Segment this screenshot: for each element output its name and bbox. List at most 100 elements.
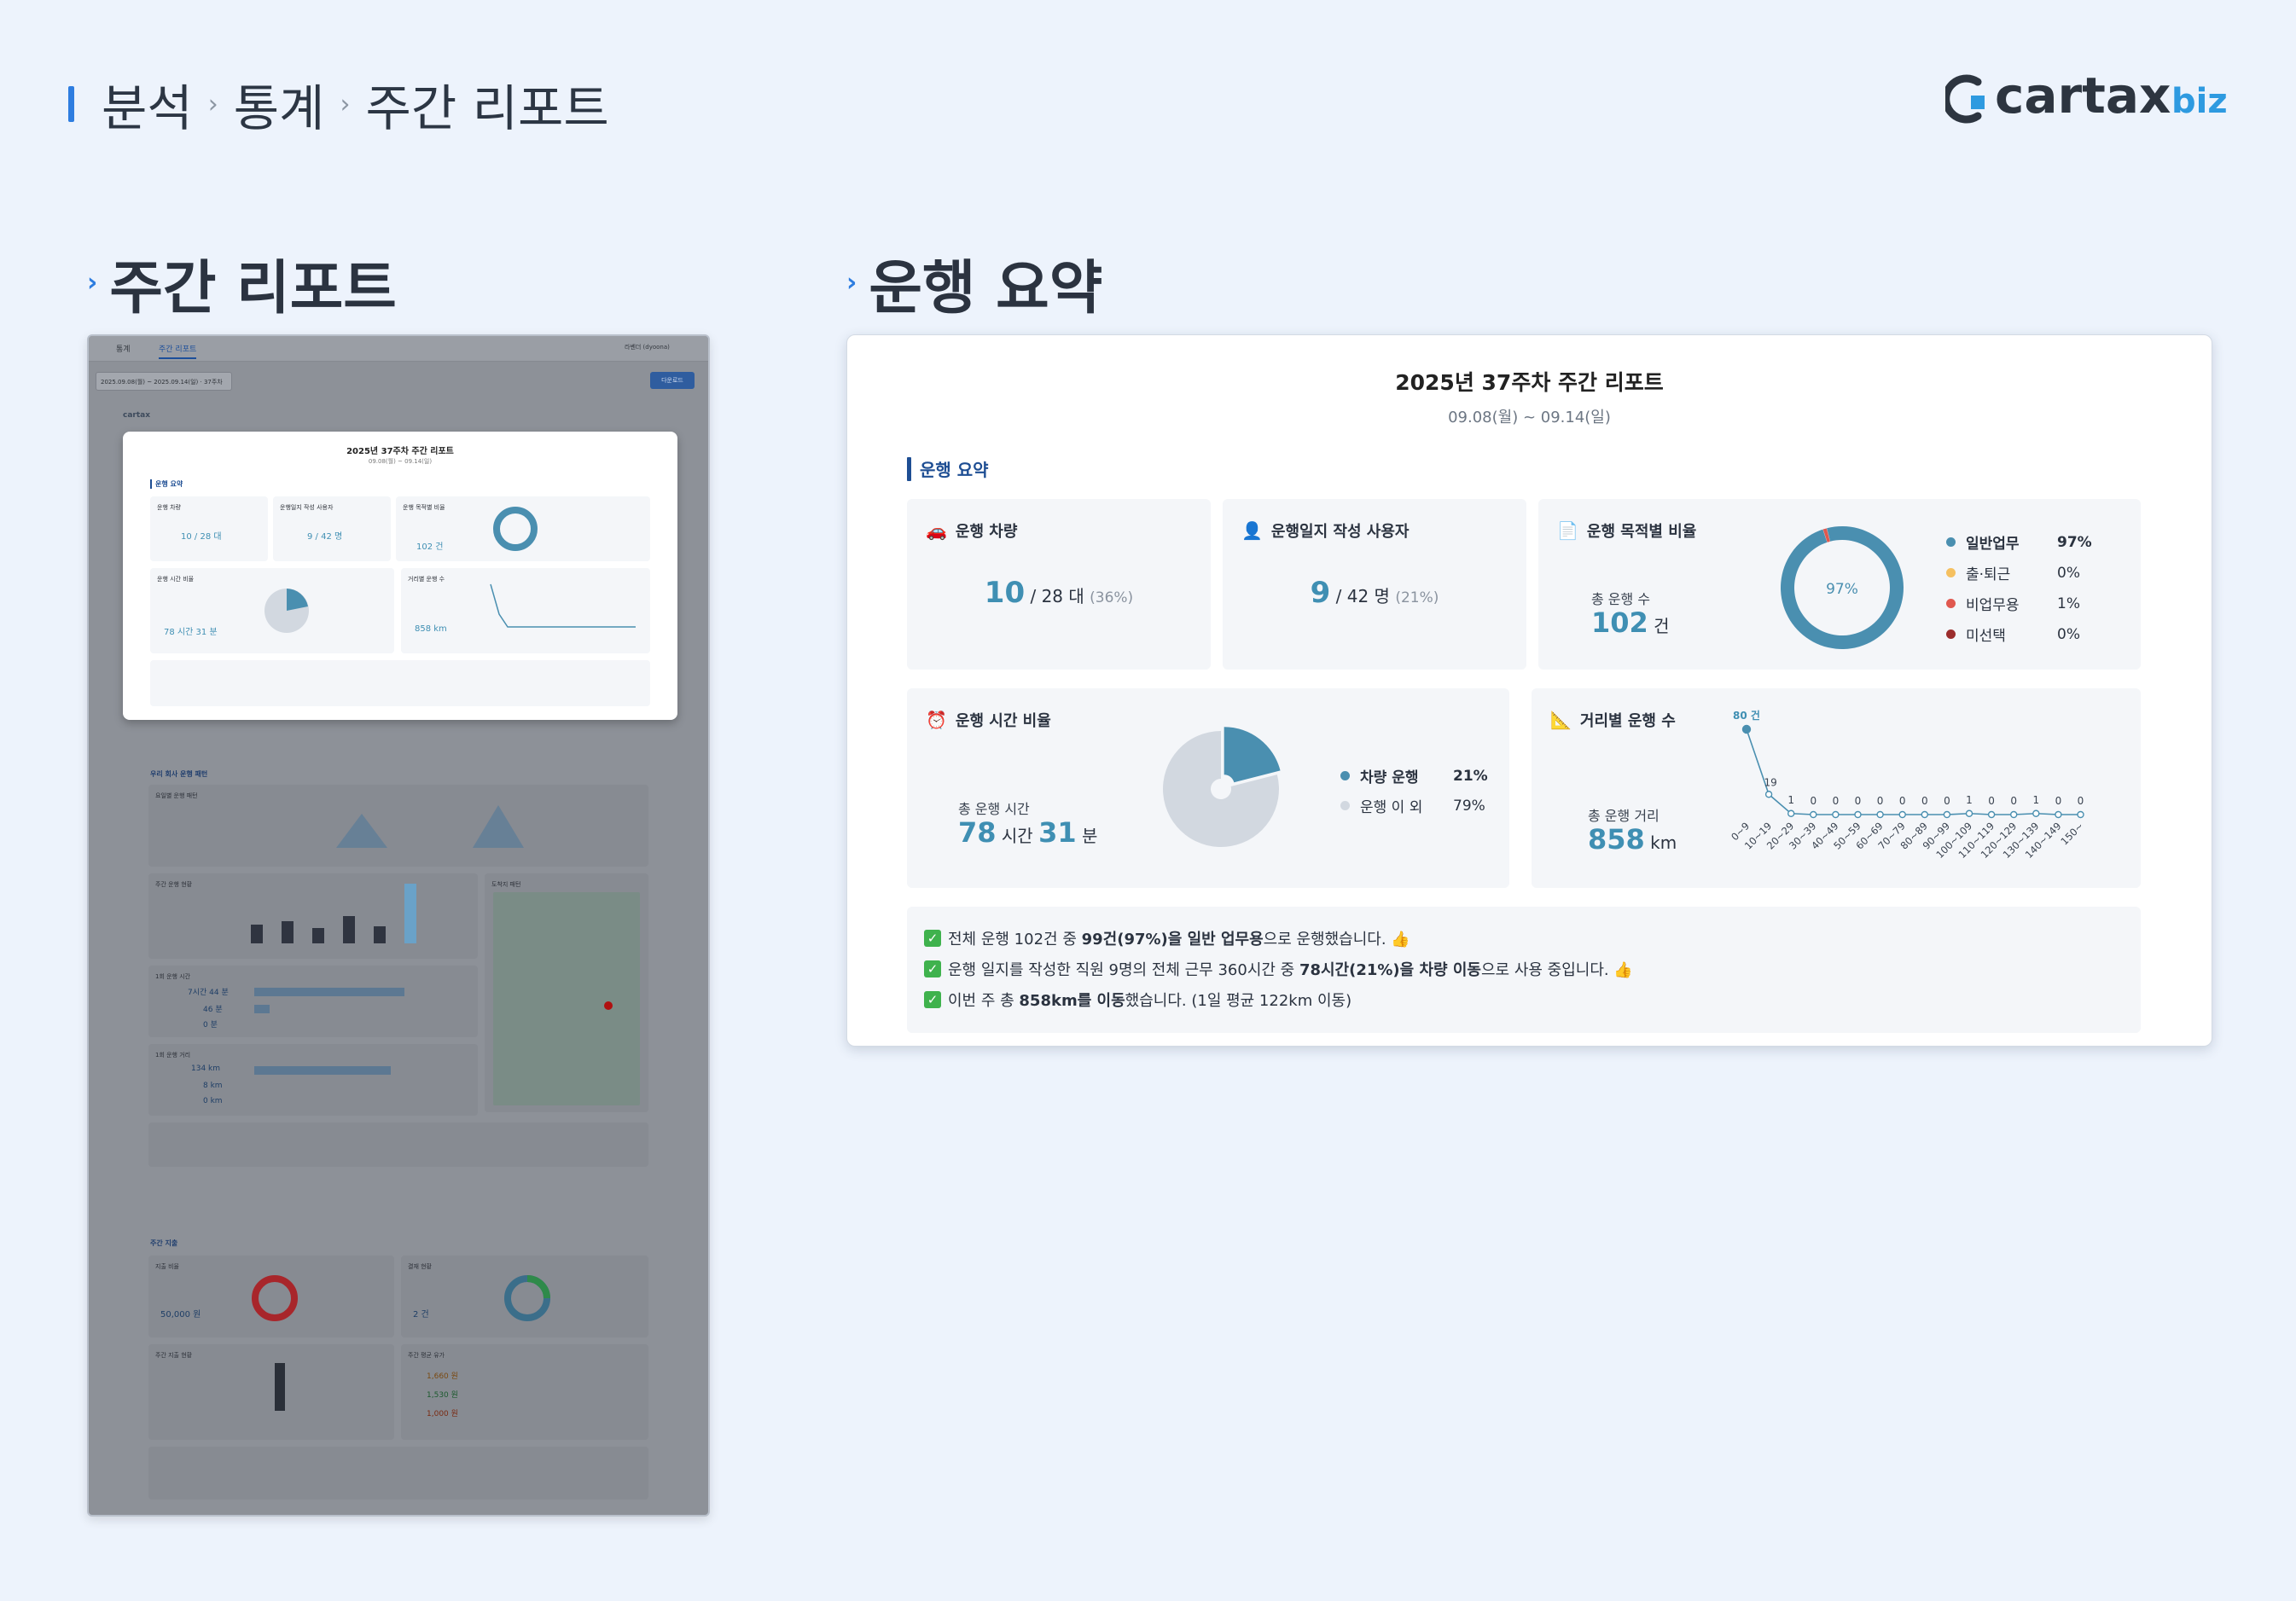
distance-total-label: 총 운행 거리 <box>1588 808 1660 824</box>
thumb-tab-stats[interactable]: 통계 <box>116 343 131 354</box>
thumb-distance-line <box>490 583 636 628</box>
thumb-purpose-donut <box>493 507 538 551</box>
breadcrumb-item-analysis[interactable]: 분석 <box>102 68 193 140</box>
distance-point <box>2010 810 2018 819</box>
thumb-map[interactable] <box>493 892 640 1105</box>
purpose-total: 102 건 <box>1591 606 1670 639</box>
legend-dot-icon <box>1946 537 1956 547</box>
distance-point <box>1898 810 1906 819</box>
distance-point-label: 0 <box>1877 795 1884 807</box>
distance-point <box>1943 810 1951 819</box>
thumb-approvals-value: 2 건 <box>413 1310 429 1320</box>
distance-point-label: 0 <box>1899 795 1906 807</box>
distance-point-label: 1 <box>1966 794 1973 806</box>
vehicle-total: / 28 대 <box>1030 586 1084 606</box>
report-thumbnail[interactable]: 통계 주간 리포트 라벤더 (dyoona) 2025.09.08(월) ~ 2… <box>87 334 710 1517</box>
purpose-total-unit: 건 <box>1654 616 1670 636</box>
purpose-header: 📄 운행 목적별 비율 <box>1557 519 1696 542</box>
legend-pct: 1% <box>2057 595 2080 612</box>
thumb-dmax-bar <box>254 1066 391 1075</box>
thumb-distance-box: 거리별 운행 수 858 km <box>401 568 650 653</box>
distance-total: 858 km <box>1588 823 1677 856</box>
distance-unit: km <box>1650 832 1677 853</box>
distance-point-label: 0 <box>2010 795 2017 807</box>
time-minutes: 31 <box>1038 816 1077 849</box>
vehicle-box: 🚗 운행 차량 10 / 28 대 (36%) <box>907 499 1211 670</box>
purpose-total-value: 102 <box>1591 606 1648 639</box>
note-part: 이번 주 총 <box>948 992 1020 1010</box>
distance-point <box>1832 810 1840 819</box>
breadcrumb-item-weekly-report[interactable]: 주간 리포트 <box>365 68 608 140</box>
distance-point <box>2032 809 2040 817</box>
note-3: ✓ 이번 주 총 858km를 이동했습니다. (1일 평균 122km 이동) <box>924 989 1351 1011</box>
purpose-total-label: 총 운행 수 <box>1591 591 1651 607</box>
legend-pct: 97% <box>2057 533 2092 551</box>
thumb-vehicle-label: 운행 차량 <box>157 504 181 511</box>
thumb-daily-box: 요일별 운행 패턴 <box>148 785 648 867</box>
breadcrumb-item-stats[interactable]: 통계 <box>234 68 325 140</box>
thumb-notes2-box <box>148 1122 648 1167</box>
note-emphasis: 99건(97%)을 일반 업무용 <box>1081 931 1264 948</box>
thumb-time-label: 운행 시간 비율 <box>157 576 195 583</box>
thumb-tmax-bar <box>254 988 404 996</box>
left-section-title: › 주간 리포트 <box>87 241 397 325</box>
logo-suffix: biz <box>2171 82 2228 121</box>
users-pct: (21%) <box>1395 589 1439 606</box>
chevron-right-icon: › <box>846 268 857 298</box>
legend-dot-icon <box>1946 629 1956 639</box>
time-header: ⏰ 운행 시간 비율 <box>926 709 1051 731</box>
purpose-donut-chart: 97% <box>1781 526 1904 649</box>
distance-point-label: 0 <box>2078 795 2084 807</box>
distance-point-label: 0 <box>1988 795 1995 807</box>
vehicle-count: 10 <box>984 576 1026 610</box>
logo-text: cartax <box>1995 67 2171 125</box>
users-count: 9 <box>1310 576 1331 610</box>
legend-pct: 0% <box>2057 564 2080 582</box>
note-part: 했습니다. (1일 평균 122km 이동) <box>1125 992 1352 1010</box>
thumb-hours-value: 78 시간 31 분 <box>164 628 218 637</box>
purpose-donut-center-label: 97% <box>1826 581 1858 598</box>
thumb-vehicle-box: 운행 차량 10 / 28 대 <box>150 496 268 561</box>
breadcrumb-separator-icon: › <box>340 89 351 119</box>
purpose-label: 운행 목적별 비율 <box>1586 523 1697 541</box>
thumb-map-marker-icon <box>604 1001 613 1010</box>
thumb-sum-h: 운행 요약 <box>150 479 183 489</box>
thumb-time1-box: 1회 운행 시간 7시간 44 분 46 분 0 분 <box>148 966 478 1037</box>
purpose-legend-item: 일반업무 97% <box>1946 531 2117 553</box>
thumb-tab-weekly[interactable]: 주간 리포트 <box>159 343 197 359</box>
distance-point <box>1787 809 1795 817</box>
thumb-download-button[interactable]: 다운로드 <box>650 372 695 389</box>
thumb-date-range[interactable]: 2025.09.08(월) ~ 2025.09.14(일) · 37주차 <box>96 372 232 391</box>
users-label: 운행일지 작성 사용자 <box>1270 523 1410 541</box>
summary-heading-text: 운행 요약 <box>920 460 989 480</box>
thumb-distance-label: 거리별 운행 수 <box>408 576 445 583</box>
summary-notes: ✓ 전체 운행 102건 중 99건(97%)을 일반 업무용으로 운행했습니다.… <box>907 907 2141 1033</box>
legend-name: 일반업무 <box>1966 536 2020 553</box>
time-hours: 78 <box>958 816 997 849</box>
thumb-cost-ratio-label: 지출 비율 <box>155 1263 179 1270</box>
thumb-fuel2: 1,530 원 <box>427 1391 458 1400</box>
report-period: 09.08(월) ~ 09.14(일) <box>1448 409 1611 426</box>
right-section-title-text: 운행 요약 <box>869 255 1103 322</box>
chevron-right-icon: › <box>87 268 98 298</box>
time-slice-0 <box>1224 727 1281 783</box>
note-part: 으로 사용 중입니다. 👍 <box>1481 961 1633 979</box>
thumb-fuel-label: 주간 평균 유가 <box>408 1352 445 1359</box>
legend-name: 비업무용 <box>1966 597 2020 614</box>
thumb-user[interactable]: 라벤더 (dyoona) <box>625 343 670 351</box>
left-section-title-text: 주간 리포트 <box>109 255 397 322</box>
vehicle-value: 10 / 28 대 (36%) <box>907 576 1211 610</box>
users-total: / 42 명 <box>1335 586 1390 606</box>
thumb-filter: 2025.09.08(월) ~ 2025.09.14(일) · 37주차 다운로… <box>89 372 708 392</box>
purpose-legend-item: 출·퇴근 0% <box>1946 562 2117 583</box>
thumb-cost-value: 50,000 원 <box>160 1310 201 1320</box>
thumb-dist1-label: 1회 운행 거리 <box>155 1052 191 1059</box>
legend-pct: 0% <box>2057 625 2080 643</box>
distance-point <box>1741 724 1752 734</box>
distance-point-label: 1 <box>2032 794 2039 806</box>
thumb-time-pie <box>264 589 309 633</box>
thumb-dmin: 0 km <box>203 1097 223 1105</box>
user-icon: 👤 <box>1241 520 1263 541</box>
vehicle-pct: (36%) <box>1090 589 1134 606</box>
distance-point-label: 0 <box>1810 795 1816 807</box>
